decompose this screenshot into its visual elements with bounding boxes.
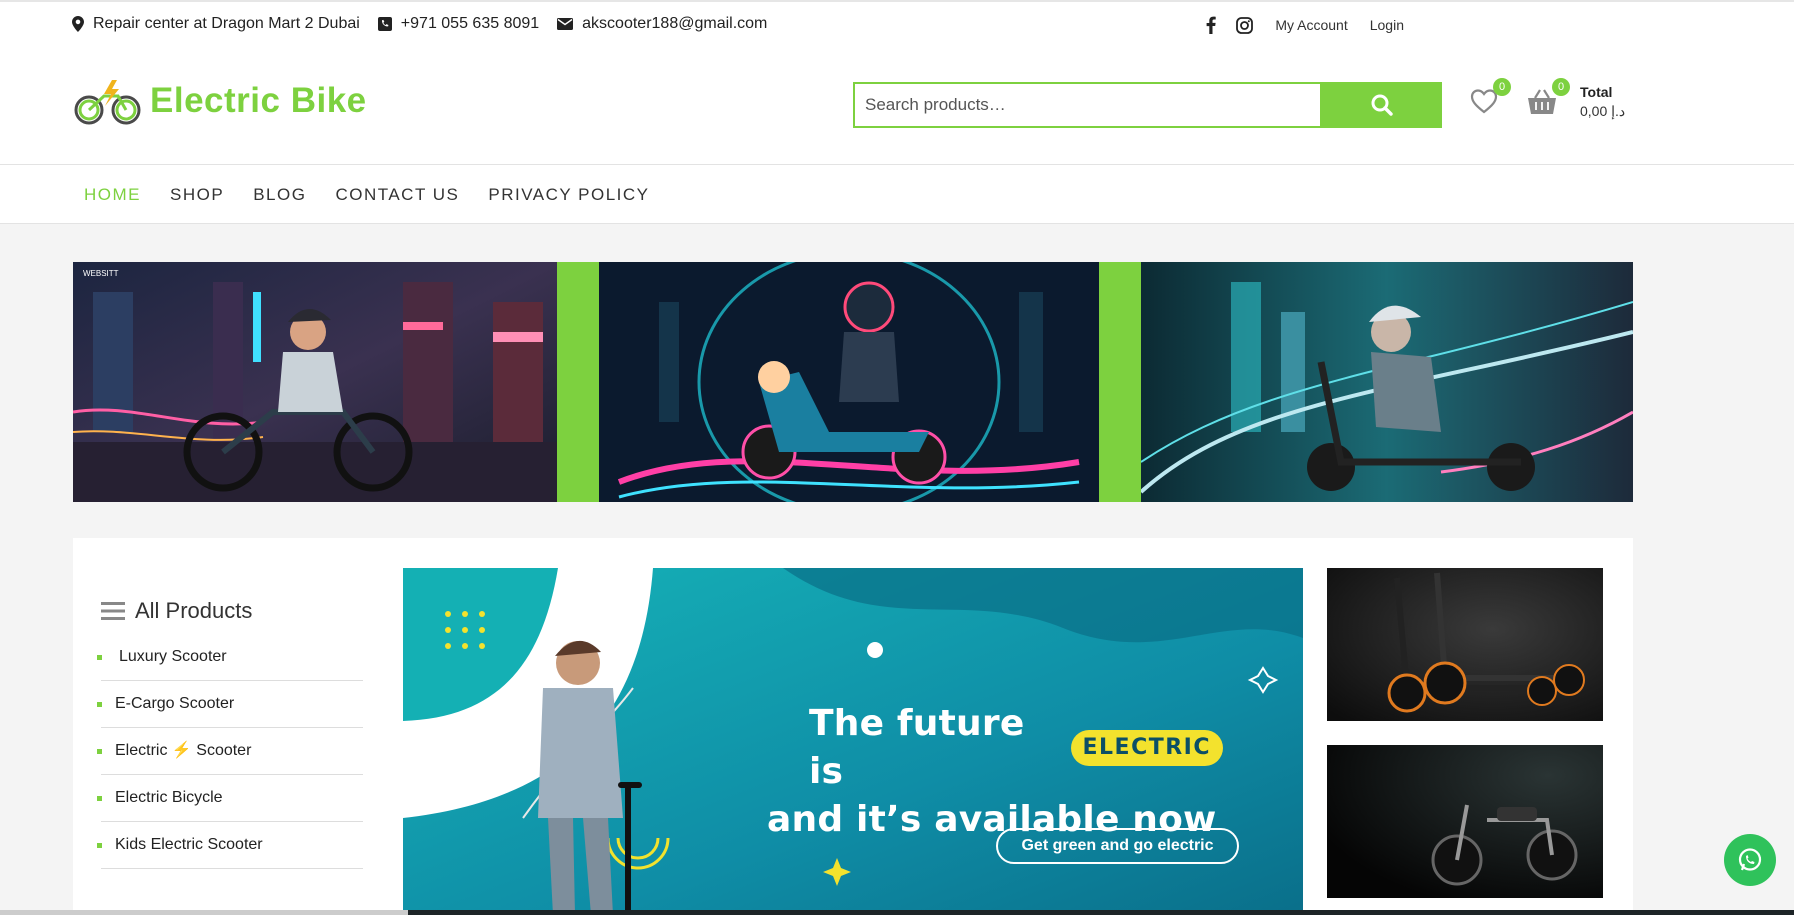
thumbnail-chopper[interactable]	[1327, 745, 1603, 898]
banner-image-moped	[599, 262, 1099, 502]
map-marker-icon	[72, 16, 84, 32]
contact-info: Repair center at Dragon Mart 2 Dubai +97…	[72, 15, 785, 33]
cart-count-badge: 0	[1552, 78, 1570, 96]
instagram-icon[interactable]	[1236, 16, 1254, 34]
nav-item-privacy-policy[interactable]: PRIVACY POLICY	[488, 185, 649, 205]
site-logo[interactable]: Electric Bike	[74, 76, 367, 126]
category-label: Kids Electric Scooter	[115, 836, 263, 853]
search-form	[853, 82, 1451, 128]
nav-item-blog[interactable]: BLOG	[253, 185, 306, 205]
main-nav: HOME SHOP BLOG CONTACT US PRIVACY POLICY	[0, 164, 1794, 224]
login-link[interactable]: Login	[1370, 17, 1404, 33]
cart-total[interactable]: Total 0,00 د.إ	[1580, 84, 1625, 120]
category-label: E-Cargo Scooter	[115, 695, 235, 712]
my-account-link[interactable]: My Account	[1275, 17, 1347, 33]
bottom-strip	[0, 910, 1794, 915]
wishlist-button[interactable]: 0	[1470, 78, 1511, 119]
cart-button[interactable]: 0	[1526, 78, 1570, 121]
facebook-icon[interactable]	[1206, 16, 1217, 34]
category-item-electric-scooter[interactable]: Electric ⚡ Scooter	[97, 728, 363, 775]
search-input[interactable]	[853, 82, 1322, 128]
promo-headline: The future is ELECTRIC and it’s availabl…	[763, 700, 1223, 844]
category-item-luxury-scooter[interactable]: Luxury Scooter	[97, 634, 363, 681]
search-button[interactable]	[1322, 82, 1442, 128]
content-section: All Products Luxury Scooter E-Cargo Scoo…	[73, 538, 1633, 915]
category-menu: All Products Luxury Scooter E-Cargo Scoo…	[97, 598, 363, 869]
thumbnail-scooters[interactable]	[1327, 568, 1603, 721]
category-label: Luxury Scooter	[119, 648, 227, 665]
all-products-title: All Products	[135, 598, 253, 623]
nav-item-shop[interactable]: SHOP	[170, 185, 224, 205]
banner-image-bike: WEBSITT	[73, 262, 557, 502]
total-value: 0,00 د.إ	[1580, 103, 1626, 119]
nav-item-home[interactable]: HOME	[84, 185, 141, 205]
banner-image-scooter	[1141, 262, 1633, 502]
whatsapp-button[interactable]	[1724, 834, 1776, 886]
address-text: Repair center at Dragon Mart 2 Dubai	[93, 15, 360, 32]
promo-highlight: ELECTRIC	[1070, 730, 1223, 766]
envelope-icon	[557, 18, 574, 30]
category-label: Electric ⚡ Scooter	[115, 742, 252, 759]
nav-item-contact-us[interactable]: CONTACT US	[335, 185, 459, 205]
site-header: Electric Bike 0 0 Total 0,00 د.إ	[0, 48, 1794, 164]
email-item[interactable]: akscooter188@gmail.com	[557, 15, 767, 33]
phone-text[interactable]: +971 055 635 8091	[401, 15, 539, 33]
phone-icon	[377, 17, 392, 31]
promo-line-1: The future is	[809, 703, 1025, 792]
all-products-header[interactable]: All Products	[101, 598, 363, 624]
address-item: Repair center at Dragon Mart 2 Dubai	[72, 15, 360, 33]
total-label: Total	[1580, 84, 1613, 100]
topbar-links: My Account Login	[1190, 16, 1404, 34]
hero-banner[interactable]: WEBSITT	[73, 262, 1633, 502]
promo-banner[interactable]: The future is ELECTRIC and it’s availabl…	[403, 568, 1303, 915]
category-item-kids-electric-scooter[interactable]: Kids Electric Scooter	[97, 822, 363, 869]
category-label: Electric Bicycle	[115, 789, 223, 806]
category-item-e-cargo-scooter[interactable]: E-Cargo Scooter	[97, 681, 363, 728]
bike-logo-icon	[74, 80, 141, 125]
top-bar: Repair center at Dragon Mart 2 Dubai +97…	[0, 0, 1794, 50]
phone-item[interactable]: +971 055 635 8091	[377, 15, 539, 33]
search-icon	[1371, 94, 1393, 116]
email-text[interactable]: akscooter188@gmail.com	[582, 15, 767, 33]
logo-text: Electric Bike	[150, 81, 367, 120]
category-item-electric-bicycle[interactable]: Electric Bicycle	[97, 775, 363, 822]
wishlist-count-badge: 0	[1493, 78, 1511, 96]
banner-mini-logo: WEBSITT	[83, 269, 119, 278]
whatsapp-icon	[1738, 848, 1762, 871]
promo-cta-button[interactable]: Get green and go electric	[996, 828, 1239, 864]
hamburger-icon	[101, 602, 125, 620]
